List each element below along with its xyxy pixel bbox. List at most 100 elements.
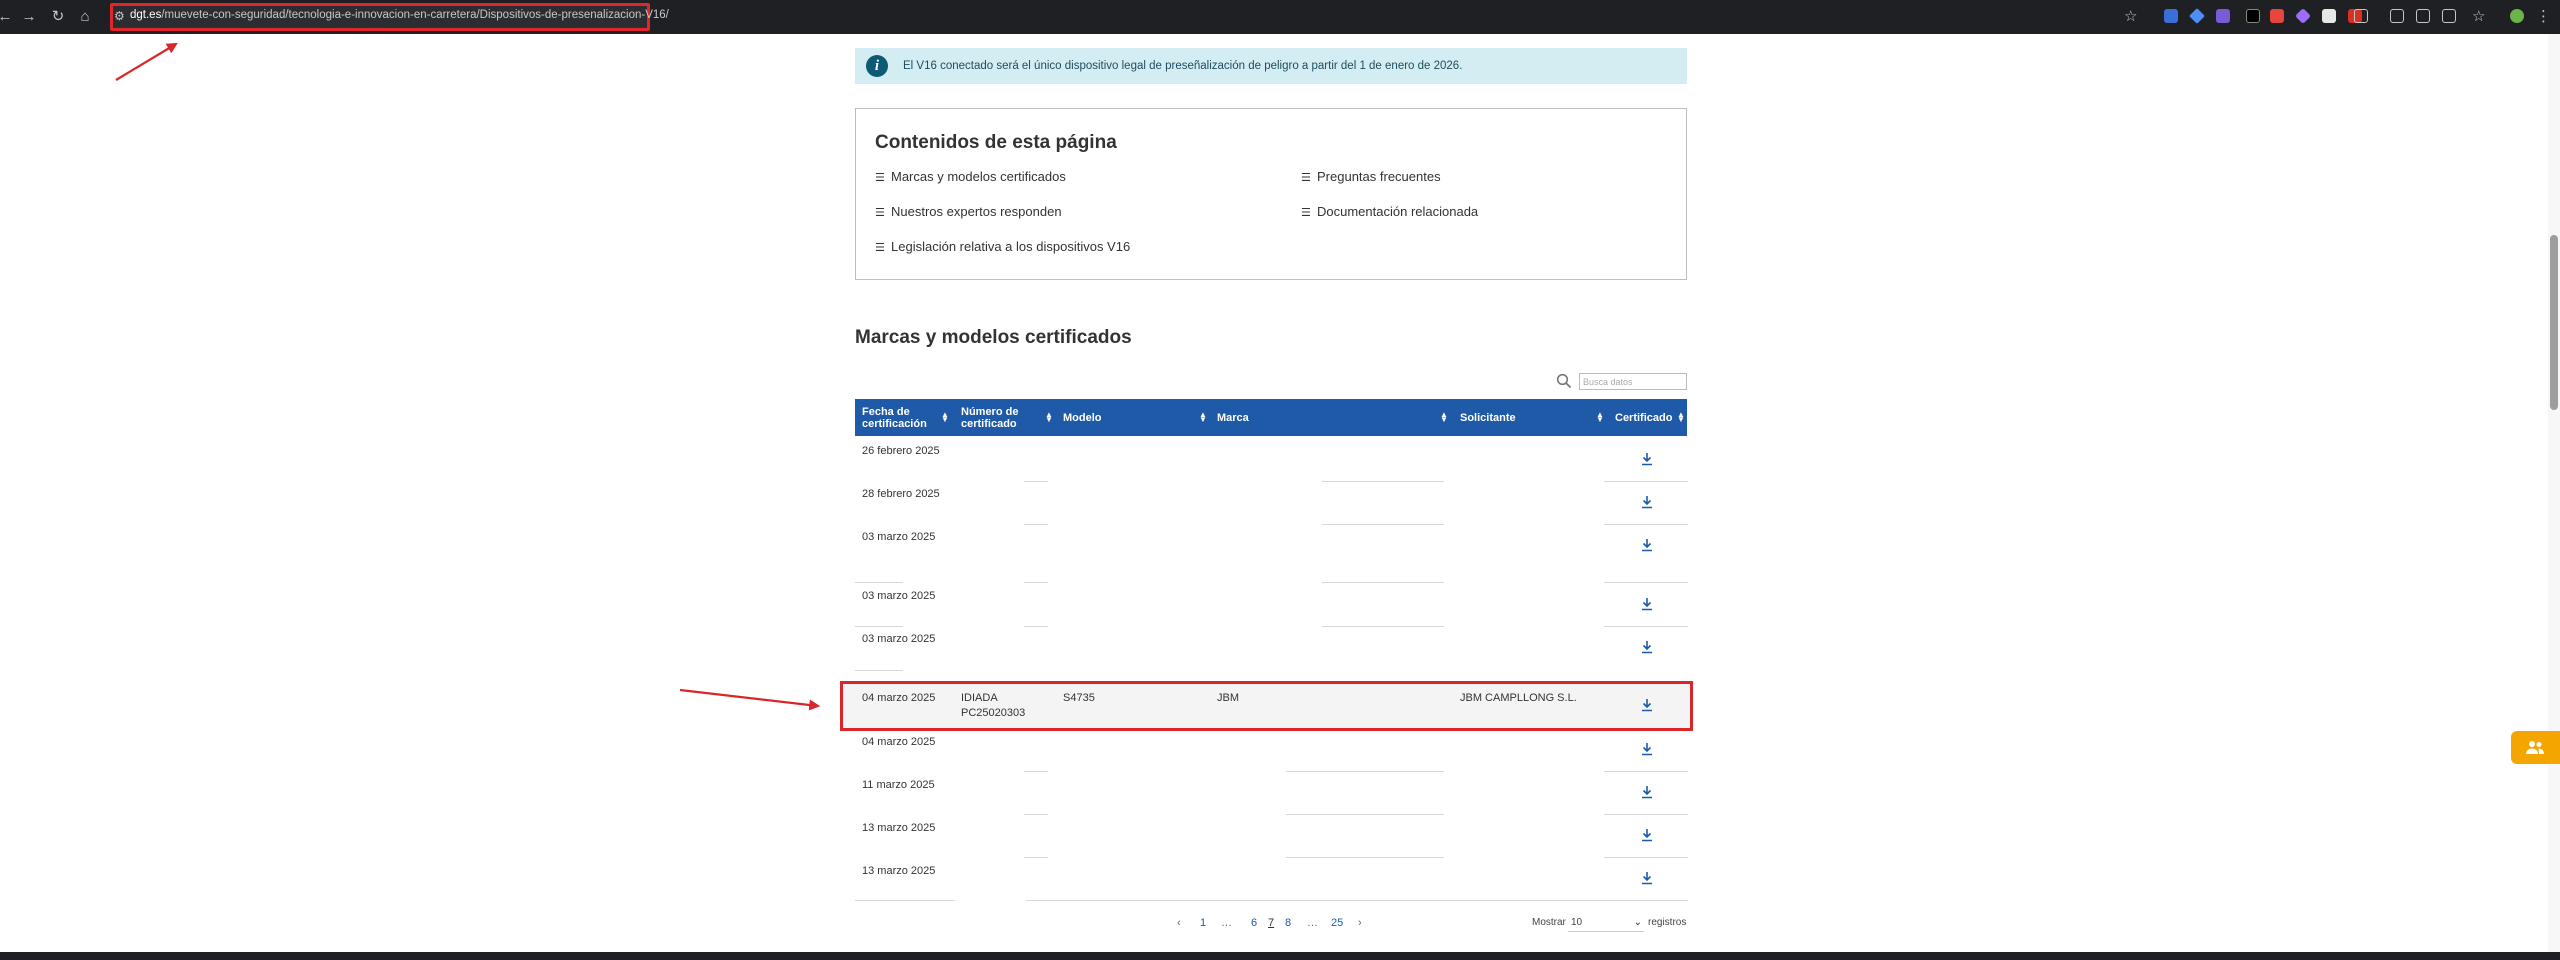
pagination-page-7-current[interactable]: 7 [1268,916,1274,930]
reload-icon[interactable]: ↻ [47,6,69,28]
extension-icon[interactable] [2246,9,2260,23]
cell-fecha: 04 marzo 2025 [862,736,936,748]
url-path: /muevete-con-seguridad/tecnologia-e-inno… [161,9,669,21]
extension-icon[interactable] [2322,9,2336,23]
row-separator [1024,626,1048,627]
download-certificate-icon[interactable] [1639,697,1655,713]
row-separator [1322,626,1444,627]
cell-fecha: 13 marzo 2025 [862,822,936,834]
row-separator [1604,481,1688,482]
cell-solicitante: JBM CAMPLLONG S.L. [1460,692,1577,704]
toc-link-label: Legislación relativa a los dispositivos … [891,239,1131,254]
scrollbar-thumb[interactable] [2550,235,2558,410]
extension-icon[interactable] [2164,9,2178,23]
row-separator [1604,626,1688,627]
page-size-select[interactable]: 10 ⌄ [1568,914,1644,932]
browser-toolbar: ← → ↻ ⌂ ⚙ dgt.es/muevete-con-seguridad/t… [0,0,2560,34]
site-settings-icon[interactable]: ⚙ [114,9,126,23]
home-icon[interactable]: ⌂ [74,6,96,28]
section-title: Marcas y modelos certificados [855,327,1132,348]
pagination-page-25[interactable]: 25 [1331,916,1343,930]
extension-icon[interactable] [2216,9,2230,23]
column-header-fecha[interactable]: Fecha de certificación [862,399,942,436]
pagination-page-8[interactable]: 8 [1285,916,1291,930]
row-separator [1026,900,1688,901]
bookmark-star-icon[interactable]: ☆ [2124,6,2137,28]
row-separator [1604,814,1688,815]
sort-icon[interactable]: ▲ ▼ [1596,411,1604,424]
download-icon[interactable] [2442,9,2456,23]
extension-icon[interactable] [2270,9,2284,23]
download-certificate-icon[interactable] [1639,870,1655,886]
cell-marca: JBM [1217,692,1239,704]
row-separator [1024,857,1048,858]
records-label: registros [1648,917,1687,928]
sort-icon[interactable]: ▲ ▼ [1045,411,1053,424]
row-separator [1024,524,1048,525]
cell-fecha: 13 marzo 2025 [862,865,936,877]
table-header: Fecha de certificación ▲ ▼ Número de cert… [855,399,1687,436]
download-certificate-icon[interactable] [1639,639,1655,655]
back-icon[interactable]: ← [0,6,16,28]
page-scrollbar[interactable] [2548,34,2560,952]
download-certificate-icon[interactable] [1639,596,1655,612]
cell-fecha: 03 marzo 2025 [862,590,936,602]
extension-icon[interactable] [2295,8,2311,24]
download-certificate-icon[interactable] [1639,784,1655,800]
sort-icon[interactable]: ▲ ▼ [1677,411,1685,424]
extension-icon[interactable] [2189,8,2205,24]
pagination-ellipsis: … [1307,917,1318,929]
column-header-marca[interactable]: Marca [1217,399,1249,436]
row-separator [855,670,903,671]
toc-link-documentacion[interactable]: ☰ Documentación relacionada [1301,204,1478,219]
toc-link-label: Nuestros expertos responden [891,204,1062,219]
pagination-prev[interactable]: ‹ [1177,916,1181,930]
menu-kebab-icon[interactable]: ⋮ [2536,6,2551,28]
accessibility-side-button[interactable] [2511,731,2560,764]
avatar[interactable] [2510,9,2524,23]
toc-link-label: Marcas y modelos certificados [891,169,1066,184]
pagination-next[interactable]: › [1358,916,1362,930]
row-separator [1286,771,1444,772]
sort-icon[interactable]: ▲ ▼ [1440,411,1448,424]
toc-link-preguntas[interactable]: ☰ Preguntas frecuentes [1301,169,1441,184]
show-label: Mostrar [1532,917,1566,928]
cell-modelo: S4735 [1063,692,1095,704]
search-input[interactable] [1579,373,1687,390]
row-separator [1322,524,1444,525]
download-certificate-icon[interactable] [1639,451,1655,467]
row-separator [1604,857,1688,858]
users-icon [2526,741,2544,754]
forward-icon[interactable]: → [18,6,40,28]
toc-link-marcas[interactable]: ☰ Marcas y modelos certificados [875,169,1066,184]
pagination-page-1[interactable]: 1 [1200,916,1206,930]
download-certificate-icon[interactable] [1639,537,1655,553]
sort-icon[interactable]: ▲ ▼ [941,411,949,424]
list-icon: ☰ [1301,172,1311,184]
cell-fecha: 26 febrero 2025 [862,445,940,457]
download-certificate-icon[interactable] [1639,741,1655,757]
column-header-numero[interactable]: Número de certificado [961,399,1031,436]
page-contents-box: Contenidos de esta página ☰ Marcas y mode… [855,108,1687,280]
toc-link-expertos[interactable]: ☰ Nuestros expertos responden [875,204,1062,219]
row-separator [855,626,903,627]
cell-numero-line1: IDIADA [961,692,998,704]
extension-icon[interactable] [2416,9,2430,23]
toc-link-legislacion[interactable]: ☰ Legislación relativa a los dispositivos… [875,239,1130,254]
row-separator [1024,582,1048,583]
row-separator [855,582,903,583]
favorites-icon[interactable]: ☆ [2472,6,2485,28]
column-header-certificado[interactable]: Certificado [1615,399,1672,436]
list-icon: ☰ [875,242,885,254]
cell-numero-line2: PC25020303 [961,707,1026,719]
sort-icon[interactable]: ▲ ▼ [1199,411,1207,424]
download-certificate-icon[interactable] [1639,827,1655,843]
column-header-modelo[interactable]: Modelo [1063,399,1102,436]
translate-icon[interactable] [2390,9,2404,23]
column-header-solicitante[interactable]: Solicitante [1460,399,1516,436]
list-icon: ☰ [1301,207,1311,219]
address-bar-url[interactable]: dgt.es/muevete-con-seguridad/tecnologia-… [130,9,669,21]
extension-icon[interactable] [2354,9,2368,23]
pagination-page-6[interactable]: 6 [1251,916,1257,930]
download-certificate-icon[interactable] [1639,494,1655,510]
